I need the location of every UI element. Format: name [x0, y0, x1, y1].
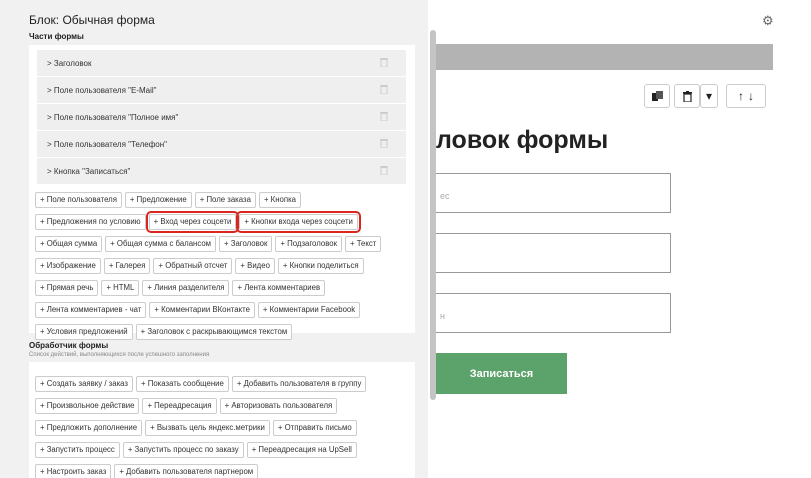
add-part-button[interactable]: + Прямая речь: [35, 280, 99, 296]
gear-icon[interactable]: ⚙: [762, 13, 774, 29]
arrow-up-icon[interactable]: ↑: [738, 89, 744, 103]
part-item-label: > Заголовок: [47, 59, 92, 68]
phone-field[interactable]: н: [436, 293, 671, 333]
add-part-button[interactable]: + Условия предложений: [35, 324, 133, 340]
add-part-button[interactable]: + Предложение: [124, 192, 192, 208]
add-action-button[interactable]: + Переадресация: [142, 398, 217, 414]
submit-button[interactable]: Записаться: [436, 353, 567, 394]
add-part-button[interactable]: + HTML: [101, 280, 140, 296]
handler-section-title: Обработчик формы: [29, 341, 109, 350]
part-item-label: > Поле пользователя "Телефон": [47, 140, 168, 149]
add-part-button[interactable]: + Кнопка: [258, 192, 301, 208]
add-part-button[interactable]: + Подзаголовок: [275, 236, 342, 252]
add-action-button[interactable]: + Авторизовать пользователя: [219, 398, 338, 414]
add-action-button[interactable]: + Настроить заказ: [35, 464, 112, 478]
add-action-button[interactable]: + Создать заявку / заказ: [35, 376, 134, 392]
part-item[interactable]: > Заголовок: [37, 50, 406, 77]
add-social-login-button[interactable]: + Вход через соцсети: [145, 211, 240, 233]
arrow-down-icon[interactable]: ↓: [748, 89, 754, 103]
part-add-buttons: + Поле пользователя + Предложение + Поле…: [35, 192, 405, 340]
handler-add-buttons: + Создать заявку / заказ + Показать сооб…: [35, 376, 405, 478]
part-item[interactable]: > Поле пользователя "E-Mail": [37, 77, 406, 104]
trash-icon[interactable]: [380, 165, 388, 175]
add-part-button[interactable]: + Комментарии Facebook: [257, 302, 361, 318]
preview-gray-bar: [435, 44, 773, 70]
add-part-button[interactable]: + Видео: [235, 258, 275, 274]
add-action-button[interactable]: + Добавить пользователя в группу: [231, 376, 367, 392]
trash-icon[interactable]: [380, 138, 388, 148]
trash-icon[interactable]: [380, 84, 388, 94]
add-part-button[interactable]: + Общая сумма: [35, 236, 103, 252]
add-action-button[interactable]: + Произвольное действие: [35, 398, 140, 414]
add-part-button[interactable]: + Обратный отсчет: [153, 258, 233, 274]
part-item[interactable]: > Поле пользователя "Полное имя": [37, 104, 406, 131]
add-action-button[interactable]: + Отправить письмо: [272, 420, 357, 436]
panel-title: Блок: Обычная форма: [29, 13, 155, 27]
add-part-button[interactable]: + Линия разделителя: [142, 280, 230, 296]
panel-scrollbar[interactable]: [430, 30, 436, 400]
add-part-button[interactable]: + Кнопки поделиться: [277, 258, 364, 274]
part-item-label: > Поле пользователя "E-Mail": [47, 86, 157, 95]
add-part-button[interactable]: + Заголовок: [219, 236, 273, 252]
part-item-label: > Поле пользователя "Полное имя": [47, 113, 179, 122]
add-action-button[interactable]: + Запустить процесс по заказу: [122, 442, 244, 458]
name-field[interactable]: [436, 233, 671, 273]
add-action-button[interactable]: + Переадресация на UpSell: [246, 442, 357, 458]
add-part-button[interactable]: + Комментарии ВКонтакте: [149, 302, 255, 318]
add-part-button[interactable]: + Текст: [345, 236, 382, 252]
add-part-button[interactable]: + Заголовок с раскрывающимся текстом: [135, 324, 293, 340]
add-social-login-buttons-button[interactable]: + Кнопки входа через соцсети: [236, 211, 361, 233]
parts-list: > Заголовок > Поле пользователя "E-Mail"…: [37, 50, 406, 185]
add-action-button[interactable]: + Вызвать цель яндекс.метрики: [145, 420, 270, 436]
trash-icon[interactable]: [380, 57, 388, 67]
add-part-button[interactable]: + Предложения по условию: [35, 214, 146, 230]
add-part-button[interactable]: + Лента комментариев - чат: [35, 302, 147, 318]
block-toolbar: ▾ ↑ ↓: [644, 84, 766, 108]
form-heading: ловок формы: [436, 126, 609, 154]
settings-panel: Блок: Обычная форма Части формы > Заголо…: [0, 0, 428, 478]
add-part-button[interactable]: + Изображение: [35, 258, 101, 274]
add-part-button[interactable]: + Поле пользователя: [35, 192, 122, 208]
add-action-button[interactable]: + Предложить дополнение: [35, 420, 143, 436]
handler-section-subtitle: Список действий, выполняющихся после усп…: [29, 352, 210, 358]
part-item[interactable]: > Кнопка "Записаться": [37, 158, 406, 185]
copy-icon[interactable]: [644, 84, 670, 108]
move-buttons: ↑ ↓: [726, 84, 766, 108]
add-part-button[interactable]: + Галерея: [103, 258, 151, 274]
trash-icon[interactable]: [380, 111, 388, 121]
add-part-button[interactable]: + Общая сумма с балансом: [105, 236, 217, 252]
email-field[interactable]: ес: [436, 173, 671, 213]
add-part-button[interactable]: + Лента комментариев: [232, 280, 326, 296]
add-action-button[interactable]: + Показать сообщение: [136, 376, 229, 392]
part-item-label: > Кнопка "Записаться": [47, 167, 131, 176]
add-action-button[interactable]: + Запустить процесс: [35, 442, 120, 458]
more-dropdown-button[interactable]: ▾: [700, 84, 718, 108]
add-part-button[interactable]: + Поле заказа: [194, 192, 256, 208]
part-item[interactable]: > Поле пользователя "Телефон": [37, 131, 406, 158]
trash-icon[interactable]: [674, 84, 700, 108]
add-action-button[interactable]: + Добавить пользователя партнером: [114, 464, 259, 478]
parts-section-title: Части формы: [29, 32, 84, 41]
